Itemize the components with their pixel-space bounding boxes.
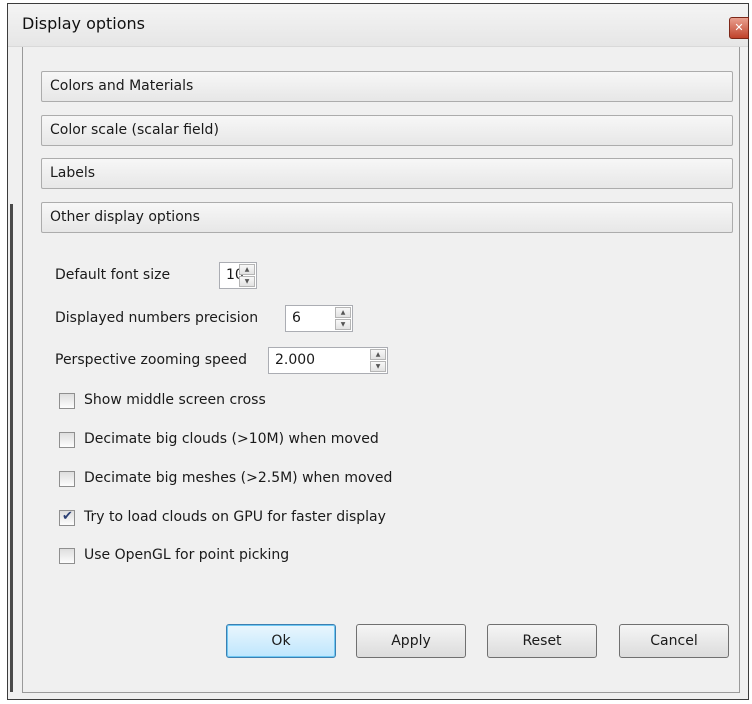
checkbox-label: Show middle screen cross <box>84 392 266 408</box>
spin-up-icon[interactable]: ▲ <box>335 307 351 318</box>
section-labels[interactable]: Labels <box>41 158 733 189</box>
checkbox-box[interactable] <box>59 548 75 564</box>
spin-down-icon[interactable]: ▼ <box>239 276 255 287</box>
section-colors-and-materials[interactable]: Colors and Materials <box>41 71 733 102</box>
checkbox-box[interactable] <box>59 432 75 448</box>
section-label: Labels <box>50 165 96 181</box>
section-label: Other display options <box>50 209 200 225</box>
title-bar[interactable]: Display options ✕ <box>8 4 749 47</box>
section-label: Colors and Materials <box>50 78 194 94</box>
precision-value: 6 <box>292 310 301 326</box>
dialog-content: Colors and Materials Color scale (scalar… <box>10 47 740 693</box>
section-label: Color scale (scalar field) <box>50 122 219 138</box>
checkbox-label: Use OpenGL for point picking <box>84 547 290 563</box>
left-edge-marker <box>10 204 13 692</box>
cancel-button[interactable]: Cancel <box>619 624 729 658</box>
checkbox-label: Decimate big meshes (>2.5M) when moved <box>84 470 393 486</box>
section-color-scale[interactable]: Color scale (scalar field) <box>41 115 733 146</box>
zoom-speed-label: Perspective zooming speed <box>55 352 248 368</box>
checkbox-label: Try to load clouds on GPU for faster dis… <box>84 509 386 525</box>
section-other-display-options[interactable]: Other display options <box>41 202 733 233</box>
spin-up-icon[interactable]: ▲ <box>239 264 255 275</box>
window-title: Display options <box>22 14 145 33</box>
ok-button[interactable]: Ok <box>226 624 336 658</box>
close-icon[interactable]: ✕ <box>729 17 749 39</box>
spin-down-icon[interactable]: ▼ <box>335 319 351 330</box>
zoom-speed-spinbox[interactable]: 2.000 ▲ ▼ <box>268 347 388 374</box>
font-size-label: Default font size <box>55 267 171 283</box>
apply-button[interactable]: Apply <box>356 624 466 658</box>
precision-spinbox[interactable]: 6 ▲ ▼ <box>285 305 353 332</box>
spin-arrows: ▲ ▼ <box>370 349 386 372</box>
font-size-spinbox[interactable]: 10 ▲ ▼ <box>219 262 257 289</box>
precision-label: Displayed numbers precision <box>55 310 259 326</box>
zoom-speed-value: 2.000 <box>275 352 316 368</box>
checkbox-box[interactable] <box>59 393 75 409</box>
reset-button[interactable]: Reset <box>487 624 597 658</box>
spin-arrows: ▲ ▼ <box>335 307 351 330</box>
spin-up-icon[interactable]: ▲ <box>370 349 386 360</box>
checkbox-box[interactable] <box>59 509 75 526</box>
spin-down-icon[interactable]: ▼ <box>370 361 386 372</box>
spin-arrows: ▲ ▼ <box>239 264 255 287</box>
checkbox-label: Decimate big clouds (>10M) when moved <box>84 431 379 447</box>
display-options-dialog: Display options ✕ Colors and Materials C… <box>7 3 749 700</box>
checkbox-box[interactable] <box>59 471 75 487</box>
